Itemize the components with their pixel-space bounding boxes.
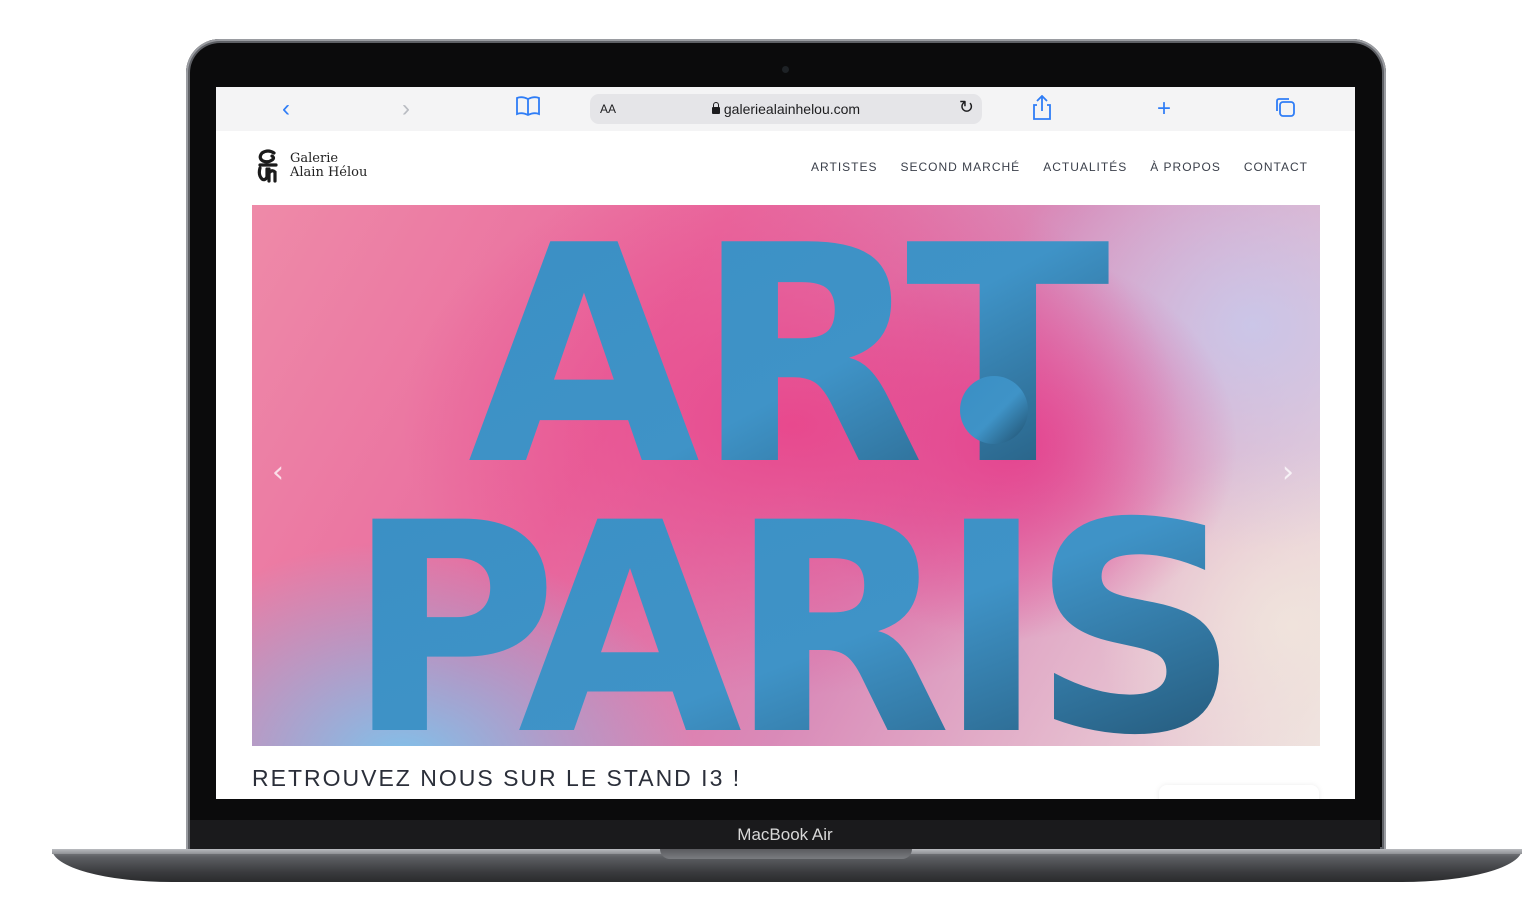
hero-dot (960, 376, 1028, 444)
hero-caption: RETROUVEZ NOUS SUR LE STAND I3 ! (252, 765, 742, 791)
laptop-notch (660, 849, 912, 859)
back-icon[interactable]: ‹ (272, 95, 300, 123)
logo-line2: Alain Hélou (290, 165, 368, 180)
forward-icon[interactable]: › (392, 95, 420, 123)
url-text: galeriealainhelou.com (723, 101, 861, 117)
nav-artistes[interactable]: ARTISTES (811, 160, 877, 174)
tabs-icon[interactable] (1271, 95, 1299, 123)
bookmarks-icon[interactable] (514, 95, 542, 123)
site-header: Galerie Alain Hélou ARTISTES SECOND MARC… (216, 131, 1355, 205)
slider-prev-icon[interactable]: ‹ (272, 455, 284, 490)
camera-icon (782, 66, 789, 73)
lock-icon (711, 102, 720, 114)
share-icon[interactable] (1028, 94, 1056, 123)
gallery-logo-icon[interactable] (256, 149, 280, 183)
nav-contact[interactable]: CONTACT (1244, 160, 1308, 174)
safari-toolbar: ‹ › AA galeriealainhelou.com ↻ + (216, 87, 1355, 132)
main-nav: ARTISTES SECOND MARCHÉ ACTUALITÉS À PROP… (811, 160, 1308, 174)
address-bar[interactable]: AA galeriealainhelou.com ↻ (590, 94, 982, 124)
new-tab-icon[interactable]: + (1150, 95, 1178, 123)
nav-actualites[interactable]: ACTUALITÉS (1043, 160, 1127, 174)
hero-slider[interactable]: ART PARIS ‹ › (252, 205, 1320, 746)
nav-a-propos[interactable]: À PROPOS (1150, 160, 1221, 174)
slider-next-icon[interactable]: › (1282, 455, 1294, 490)
chat-widget[interactable] (1159, 785, 1319, 799)
device-label: MacBook Air (190, 820, 1380, 850)
logo-text[interactable]: Galerie Alain Hélou (290, 152, 367, 180)
hero-image: ART PARIS (346, 205, 1240, 746)
reload-icon[interactable]: ↻ (959, 97, 974, 118)
nav-second-marche[interactable]: SECOND MARCHÉ (901, 160, 1021, 174)
browser-screen: ‹ › AA galeriealainhelou.com ↻ + Galerie… (216, 87, 1355, 799)
logo-line1: Galerie (290, 151, 339, 166)
hero-line2: PARIS (346, 462, 1226, 746)
